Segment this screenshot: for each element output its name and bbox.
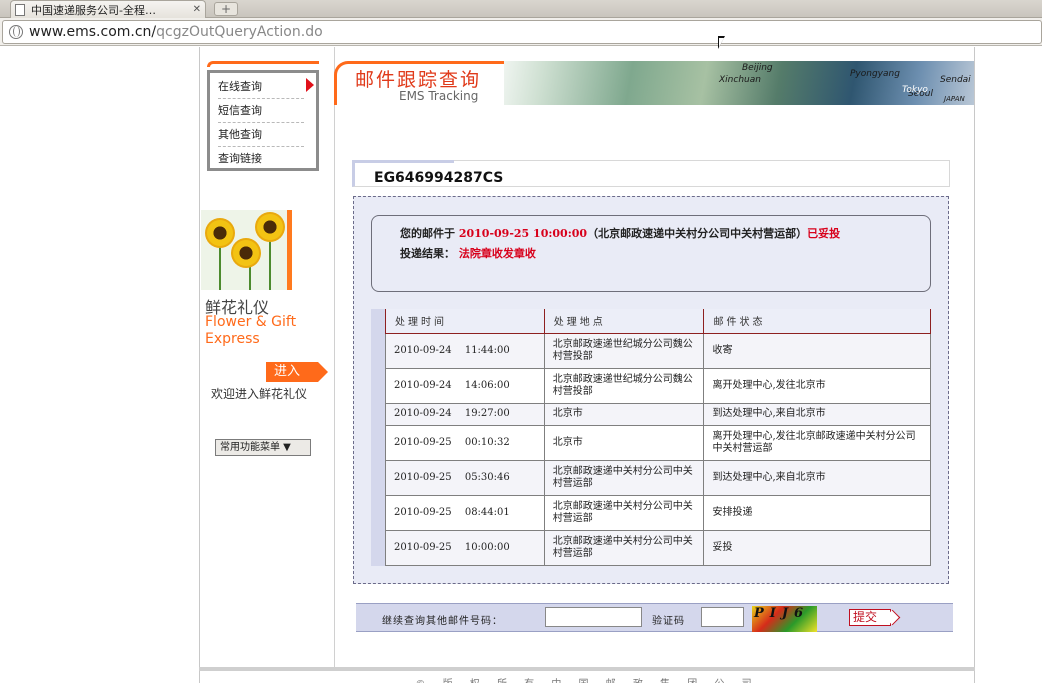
map-label: Beijing <box>742 63 773 73</box>
cell-place: 北京邮政速递世纪城分公司魏公村营投部 <box>543 367 705 404</box>
cell-status: 到达处理中心,来自北京市 <box>703 459 931 496</box>
summary-prefix: 您的邮件于 <box>400 227 455 240</box>
flower-ad-subtitle[interactable]: Flower & Gift <box>205 314 296 330</box>
column-header-status: 邮件状态 <box>703 309 931 334</box>
captcha-image[interactable]: PIJ6 <box>752 606 817 632</box>
summary-time: 2010-09-25 10:00:00 <box>458 227 588 240</box>
summary-place: （北京邮政速递中关村分公司中关村营运部） <box>587 227 808 240</box>
cell-place: 北京市 <box>543 424 705 461</box>
result-label: 投递结果： <box>400 247 455 260</box>
cell-time: 2010-09-24 11:44:00 <box>385 332 545 369</box>
sidebar-item-label: 短信查询 <box>218 104 262 117</box>
cell-status: 到达处理中心,来自北京市 <box>703 402 931 426</box>
table-row: 2010-09-24 11:44:00 北京邮政速递世纪城分公司魏公村营投部 收… <box>385 332 931 369</box>
column-divider <box>334 47 335 667</box>
active-arrow-icon <box>306 78 314 92</box>
ad-accent-bar <box>287 210 292 290</box>
table-row: 2010-09-24 19:27:00 北京市 到达处理中心,来自北京市 <box>385 402 931 426</box>
submit-button[interactable]: 提交 <box>849 609 891 626</box>
map-label: Sendai <box>940 75 971 85</box>
sidebar-item-other-query[interactable]: 其他查询 <box>218 123 304 147</box>
sidebar-menu: 在线查询 短信查询 其他查询 查询链接 <box>207 70 319 171</box>
tab-accent <box>352 160 454 163</box>
sidebar-item-label: 查询链接 <box>218 152 262 165</box>
table-row: 2010-09-25 08:44:01 北京邮政速递中关村分公司中关村营运部 安… <box>385 494 931 531</box>
mouse-cursor-icon <box>718 36 725 49</box>
cell-place: 北京邮政速递中关村分公司中关村营运部 <box>543 494 705 531</box>
table-header-row: 处理时间 处理地点 邮件状态 <box>385 309 931 334</box>
tracking-number: EG646994287CS <box>374 170 504 186</box>
sidebar-item-query-links[interactable]: 查询链接 <box>218 147 304 171</box>
sidebar-item-sms-query[interactable]: 短信查询 <box>218 99 304 123</box>
tracking-number-input[interactable] <box>545 607 642 627</box>
delivery-summary: 您的邮件于 2010-09-25 10:00:00（北京邮政速递中关村分公司中关… <box>371 215 931 292</box>
browser-tab-title: 中国速递服务公司-全程… <box>31 3 156 17</box>
url-input[interactable]: www.ems.com.cn/qcgzOutQueryAction.do <box>2 20 1042 44</box>
new-tab-button[interactable]: + <box>214 2 238 16</box>
result-line: 投递结果： 法院章收发章收 <box>400 244 912 264</box>
cell-place: 北京市 <box>543 402 705 426</box>
sidebar-item-online-query[interactable]: 在线查询 <box>218 75 304 99</box>
cell-time: 2010-09-24 14:06:00 <box>385 367 545 404</box>
map-label: Xinchuan <box>719 75 761 85</box>
cell-status: 安排投递 <box>703 494 931 531</box>
result-value: 法院章收发章收 <box>458 247 536 260</box>
map-label: Tokyo <box>902 85 928 95</box>
verify-code-input[interactable] <box>701 607 744 627</box>
cell-status: 离开处理中心,发往北京市 <box>703 367 931 404</box>
common-functions-dropdown[interactable]: 常用功能菜单 ▼ <box>215 439 311 456</box>
cell-time: 2010-09-25 08:44:01 <box>385 494 545 531</box>
cell-status: 收寄 <box>703 332 931 369</box>
cell-place: 北京邮政速递中关村分公司中关村营运部 <box>543 459 705 496</box>
flower-ad-subtitle-2[interactable]: Express <box>205 331 260 347</box>
close-icon[interactable]: ✕ <box>193 4 201 15</box>
flower-welcome-link[interactable]: 欢迎进入鲜花礼仪 <box>211 385 307 402</box>
tracking-table: 处理时间 处理地点 邮件状态 2010-09-24 11:44:00 北京邮政速… <box>385 309 931 566</box>
cell-time: 2010-09-25 10:00:00 <box>385 529 545 566</box>
verify-label: 验证码 <box>652 616 685 627</box>
map-label: JAPAN <box>944 95 965 103</box>
cell-status: 妥投 <box>703 529 931 566</box>
table-row: 2010-09-25 10:00:00 北京邮政速递中关村分公司中关村营运部 妥… <box>385 529 931 566</box>
footer-divider <box>199 667 975 671</box>
document-icon <box>15 3 25 16</box>
footer-copyright: © 版 权 所 有 中 国 邮 政 集 团 公 司 <box>199 675 975 683</box>
summary-line: 您的邮件于 2010-09-25 10:00:00（北京邮政速递中关村分公司中关… <box>400 224 912 244</box>
cell-time: 2010-09-25 00:10:32 <box>385 424 545 461</box>
column-header-place: 处理地点 <box>544 309 705 334</box>
url-host: www.ems.com.cn/ <box>29 24 157 40</box>
table-row: 2010-09-24 14:06:00 北京邮政速递世纪城分公司魏公村营投部 离… <box>385 367 931 404</box>
query-label: 继续查询其他邮件号码： <box>382 616 503 627</box>
enter-button[interactable]: 进入 <box>266 362 328 382</box>
cell-place: 北京邮政速递中关村分公司中关村营运部 <box>543 529 705 566</box>
sidebar-item-label: 在线查询 <box>218 80 262 93</box>
cell-status: 离开处理中心,发往北京邮政速递中关村分公司中关村营运部 <box>703 424 931 461</box>
page-title: 邮件跟踪查询 <box>355 69 482 91</box>
sidebar-item-label: 其他查询 <box>218 128 262 141</box>
cell-time: 2010-09-24 19:27:00 <box>385 402 545 426</box>
query-bar: 继续查询其他邮件号码： 验证码 PIJ6 提交 <box>356 603 953 632</box>
header-banner: Beijing Pyongyang Seoul Sendai Tokyo Xin… <box>334 61 974 105</box>
address-bar: www.ems.com.cn/qcgzOutQueryAction.do <box>0 18 1042 46</box>
page-subtitle: EMS Tracking <box>399 89 479 103</box>
asia-map-image: Beijing Pyongyang Seoul Sendai Tokyo Xin… <box>484 61 974 105</box>
url-path: qcgzOutQueryAction.do <box>156 24 323 40</box>
menu-top-accent <box>207 61 319 67</box>
column-header-time: 处理时间 <box>385 309 545 334</box>
browser-tab-bar: 中国速递服务公司-全程… ✕ + <box>0 0 1042 18</box>
summary-status: 已妥投 <box>807 227 841 240</box>
table-row: 2010-09-25 00:10:32 北京市 离开处理中心,发往北京邮政速递中… <box>385 424 931 461</box>
sunflower-image[interactable] <box>201 210 287 290</box>
cell-place: 北京邮政速递世纪城分公司魏公村营投部 <box>543 332 705 369</box>
table-row: 2010-09-25 05:30:46 北京邮政速递中关村分公司中关村营运部 到… <box>385 459 931 496</box>
map-label: Pyongyang <box>850 69 900 79</box>
browser-tab[interactable]: 中国速递服务公司-全程… ✕ <box>10 0 206 18</box>
globe-icon <box>9 25 23 39</box>
cell-time: 2010-09-25 05:30:46 <box>385 459 545 496</box>
